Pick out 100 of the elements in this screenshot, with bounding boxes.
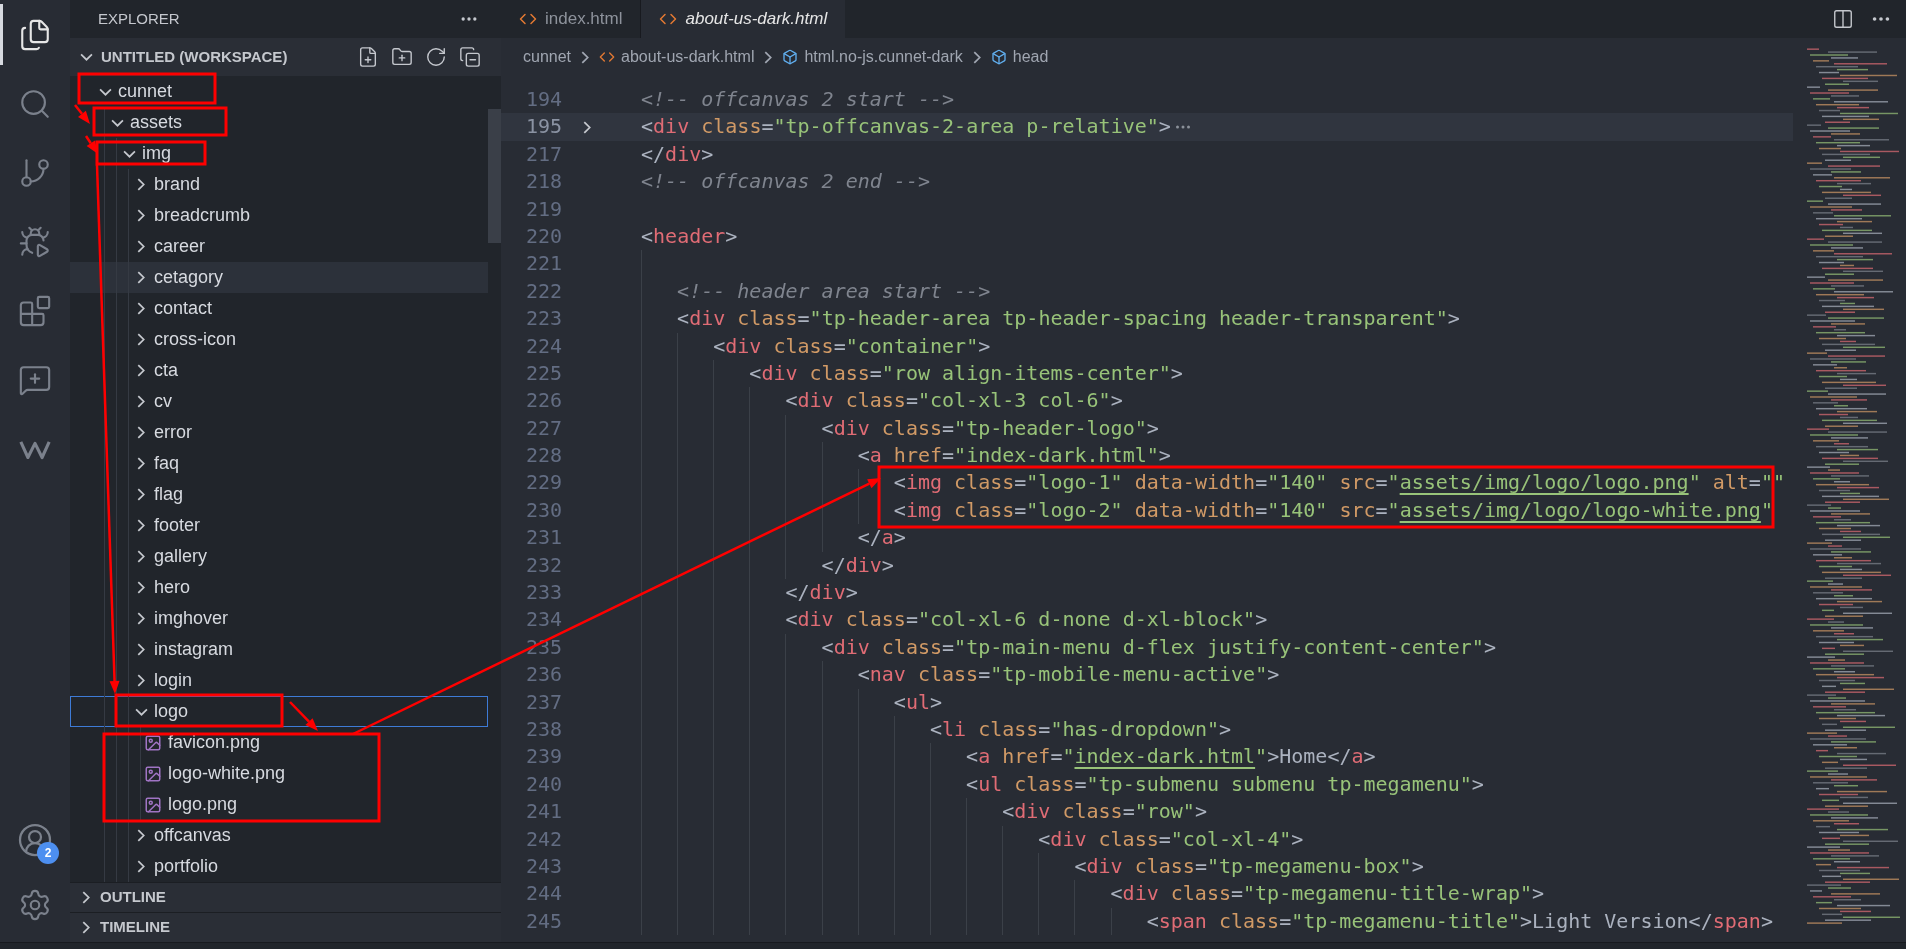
chevron-icon[interactable] [82,921,90,934]
image-file-icon [144,733,162,752]
chevron-icon [764,50,773,64]
annotation-arrow [84,135,98,154]
code-line: <!-- offcanvas 2 start --> [641,86,955,113]
tree-item[interactable]: cv [70,386,488,417]
line-number: 217 [524,140,562,168]
tree-item[interactable]: contact [70,293,488,324]
tree-item[interactable]: favicon.png [70,727,488,758]
tree-item[interactable]: brand [70,169,488,200]
section-title[interactable]: OUTLINE [100,886,166,909]
line-number: 218 [524,168,562,196]
scrollbar-thumb[interactable] [488,109,501,243]
tree-item[interactable]: cetagory [70,262,488,293]
tree-item[interactable]: cross-icon [70,324,488,355]
line-number: 239 [524,743,562,771]
code-line: </div> [641,140,714,168]
tree-item[interactable]: logo [70,696,488,727]
line-number: 227 [524,414,562,442]
html-file-icon [599,49,616,65]
chevron-icon [972,50,981,64]
code-line: <div class="container"> [713,332,991,360]
cube-icon [990,49,1007,65]
tree-item[interactable]: instagram [70,634,488,665]
code-line: <div class="col-xl-4"> [1038,825,1304,853]
tree-item[interactable]: cunnet [70,76,488,107]
tree-item[interactable]: footer [70,510,488,541]
new-file-icon[interactable] [357,46,379,68]
code-line: <ul class="tp-submenu submenu tp-megamenu"> [966,770,1484,798]
line-number: 241 [524,798,562,826]
settings-icon[interactable] [18,888,52,922]
editor-tab[interactable]: about-us-dark.html [641,0,846,38]
annotation-arrow [289,701,318,731]
cube-icon [782,49,799,65]
tree-item[interactable]: gallery [70,541,488,572]
line-number: 229 [524,469,562,497]
tree-item[interactable]: flag [70,479,488,510]
line-number: 243 [524,852,562,880]
line-number: 228 [524,442,562,470]
tree-item[interactable]: portfolio [70,851,488,882]
line-number: 236 [524,661,562,689]
code-line: <div class="row"> [1002,798,1207,826]
code-line: <span class="tp-megamenu-title">Light Version</span> [1146,907,1773,935]
sidebar-title: EXPLORER [98,8,180,29]
tree-item[interactable]: logo.png [70,789,488,820]
tree-item[interactable]: logo-white.png [70,758,488,789]
line-number: 245 [524,907,562,935]
chevron-icon[interactable] [82,891,90,904]
split-editor-icon[interactable] [1832,8,1854,30]
line-number: 219 [524,195,562,223]
chevron-icon[interactable] [80,53,93,61]
code-line: </div> [821,551,894,579]
line-number: 242 [524,825,562,853]
line-number: 232 [524,551,562,579]
code-line: <!-- header area start --> [677,277,991,305]
annotation-arrow [74,104,90,124]
play-bug-icon[interactable] [18,224,52,259]
code-line: <div class="tp-offcanvas-2-area p-relative"> [641,113,1171,141]
collapse-icon[interactable] [459,46,481,68]
line-number: 223 [524,305,562,333]
tree-item[interactable]: breadcrumb [70,200,488,231]
tree-item[interactable]: faq [70,448,488,479]
line-number: 194 [524,86,562,113]
line-number: 224 [524,332,562,360]
files-icon[interactable] [18,17,52,52]
tree-item[interactable]: offcanvas [70,820,488,851]
path-segment[interactable]: about-us-dark.html [621,45,755,69]
refresh-icon[interactable] [425,46,447,68]
path-segment[interactable]: html.no-js.cunnet-dark [804,45,963,69]
new-folder-icon[interactable] [391,46,413,68]
tree-item[interactable]: error [70,417,488,448]
tree-item[interactable]: login [70,665,488,696]
fold-chevron-icon[interactable] [583,120,591,134]
account-icon[interactable] [17,822,53,858]
image-file-icon [144,764,162,783]
code-line: <!-- offcanvas 2 end --> [641,168,930,196]
code-line: <header> [641,222,738,250]
tree-item[interactable]: img [70,138,488,169]
line-number: 226 [524,387,562,415]
code-line: </div> [785,579,858,607]
code-line: <ul> [893,688,942,716]
section-title[interactable]: TIMELINE [100,916,170,939]
path-segment[interactable]: head [1012,45,1049,69]
code-line: <div class="row align-items-center"> [749,359,1183,387]
blocks-icon[interactable] [18,293,52,328]
code-line: <div class="tp-megamenu-box"> [1074,852,1424,880]
tree-item[interactable]: hero [70,572,488,603]
code-line: <nav class="tp-mobile-menu-active"> [857,661,1280,689]
line-number: 195 [524,113,562,141]
tree-item[interactable]: cta [70,355,488,386]
tree-item[interactable]: career [70,231,488,262]
code-line: <img class="logo-1" data-width="140" src="assets/img/logo/logo.png" alt="" [893,469,1785,497]
tree-item[interactable]: imghover [70,603,488,634]
tree-item[interactable]: assets [70,107,488,138]
fold-ellipsis-icon[interactable] [1174,124,1191,131]
line-number: 220 [524,222,562,250]
line-number: 233 [524,579,562,607]
code-line: <div class="tp-header-logo"> [821,414,1159,442]
code-line: <div class="tp-main-menu d-flex justify-content-center"> [821,633,1496,661]
path-segment[interactable]: cunnet [523,45,572,69]
